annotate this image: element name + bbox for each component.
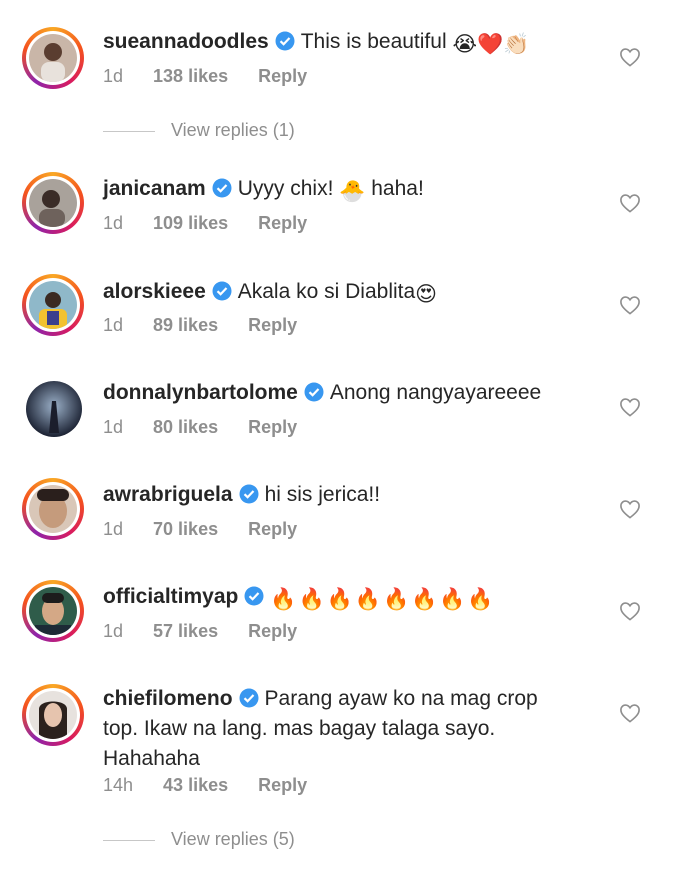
avatar[interactable] (22, 379, 84, 441)
reply-button[interactable]: Reply (248, 313, 297, 337)
avatar-image (29, 485, 77, 533)
avatar-image (29, 691, 77, 739)
username[interactable]: sueannadoodles (103, 30, 269, 53)
view-replies-button[interactable]: View replies (1) (103, 120, 295, 141)
reply-button[interactable]: Reply (248, 415, 297, 439)
username[interactable]: janicanam (103, 177, 206, 200)
comment-meta: 1d 57 likes Reply (103, 619, 297, 643)
comment-line: chiefilomeno Parang ayaw ko na mag crop t… (103, 684, 573, 774)
reply-button[interactable]: Reply (248, 517, 297, 541)
avatar[interactable] (22, 478, 84, 540)
verified-badge-icon (244, 586, 264, 606)
verified-badge-icon (239, 484, 259, 504)
comment-line: sueannadoodles This is beautiful 😭❤️👏🏻 (103, 27, 573, 60)
avatar-image (26, 381, 82, 437)
comment-line: janicanam Uyyy chix! 🐣 haha! (103, 174, 573, 207)
heart-outline-icon[interactable] (619, 397, 641, 417)
likes-count[interactable]: 43 likes (163, 773, 228, 797)
timestamp: 14h (103, 775, 134, 795)
comment-line: alorskieee Akala ko si Diablita😍 (103, 277, 573, 310)
reply-button[interactable]: Reply (248, 619, 297, 643)
avatar[interactable] (22, 172, 84, 234)
likes-count[interactable]: 57 likes (153, 619, 218, 643)
comment-text: top. Ikaw na lang. mas bagay talaga sayo… (103, 717, 496, 740)
comment-line: officialtimyap 🔥🔥🔥🔥🔥🔥🔥🔥 (103, 582, 573, 615)
heart-outline-icon[interactable] (619, 193, 641, 213)
comment-line: awrabriguela hi sis jerica!! (103, 480, 573, 510)
verified-badge-icon (212, 281, 232, 301)
avatar[interactable] (22, 274, 84, 336)
reply-button[interactable]: Reply (258, 211, 307, 235)
avatar[interactable] (22, 580, 84, 642)
timestamp: 1d (103, 519, 124, 539)
view-replies-button[interactable]: View replies (5) (103, 829, 295, 850)
comment-meta: 1d 109 likes Reply (103, 211, 307, 235)
heart-outline-icon[interactable] (619, 703, 641, 723)
heart-outline-icon[interactable] (619, 295, 641, 315)
verified-badge-icon (212, 178, 232, 198)
avatar-image (29, 587, 77, 635)
reply-button[interactable]: Reply (258, 773, 307, 797)
avatar-image (29, 34, 77, 82)
username[interactable]: chiefilomeno (103, 687, 233, 710)
verified-badge-icon (304, 382, 324, 402)
username[interactable]: officialtimyap (103, 585, 238, 608)
comment-text: This is beautiful (300, 30, 447, 53)
username[interactable]: alorskieee (103, 280, 206, 303)
comment-line: donnalynbartolome Anong nangyayareeee (103, 378, 573, 408)
comment-meta: 1d 70 likes Reply (103, 517, 297, 541)
divider-line (103, 130, 155, 132)
timestamp: 1d (103, 213, 124, 233)
comment-meta: 1d 80 likes Reply (103, 415, 297, 439)
likes-count[interactable]: 138 likes (153, 64, 228, 88)
avatar-image (29, 179, 77, 227)
avatar-image (29, 281, 77, 329)
username[interactable]: donnalynbartolome (103, 381, 298, 404)
view-replies-label: View replies (5) (171, 829, 295, 849)
comment-text: Parang ayaw ko na mag crop (264, 687, 538, 710)
divider-line (103, 839, 155, 841)
comment-text-after: haha! (371, 177, 424, 200)
likes-count[interactable]: 89 likes (153, 313, 218, 337)
timestamp: 1d (103, 417, 124, 437)
comment-meta: 1d 138 likes Reply (103, 64, 307, 88)
heart-outline-icon[interactable] (619, 47, 641, 67)
comment-text: Uyyy chix! (237, 177, 334, 200)
comment-text: Akala ko si Diablita (237, 280, 416, 303)
emoji: 🐣 (339, 180, 366, 203)
verified-badge-icon (275, 31, 295, 51)
comment-text: Anong nangyayareeee (329, 381, 542, 404)
emoji: 😍 (415, 283, 438, 306)
reply-button[interactable]: Reply (258, 64, 307, 88)
view-replies-label: View replies (1) (171, 120, 295, 140)
comment-text: Hahahaha (103, 747, 200, 770)
avatar[interactable] (22, 684, 84, 746)
timestamp: 1d (103, 66, 124, 86)
comment-meta: 1d 89 likes Reply (103, 313, 297, 337)
verified-badge-icon (239, 688, 259, 708)
likes-count[interactable]: 80 likes (153, 415, 218, 439)
timestamp: 1d (103, 621, 124, 641)
heart-outline-icon[interactable] (619, 499, 641, 519)
username[interactable]: awrabriguela (103, 483, 233, 506)
heart-outline-icon[interactable] (619, 601, 641, 621)
timestamp: 1d (103, 315, 124, 335)
comment-meta: 14h 43 likes Reply (103, 773, 307, 797)
avatar[interactable] (22, 27, 84, 89)
emoji: 😭❤️👏🏻 (452, 33, 530, 56)
emoji: 🔥🔥🔥🔥🔥🔥🔥🔥 (270, 588, 496, 611)
comment-text: hi sis jerica!! (264, 483, 381, 506)
likes-count[interactable]: 109 likes (153, 211, 228, 235)
likes-count[interactable]: 70 likes (153, 517, 218, 541)
